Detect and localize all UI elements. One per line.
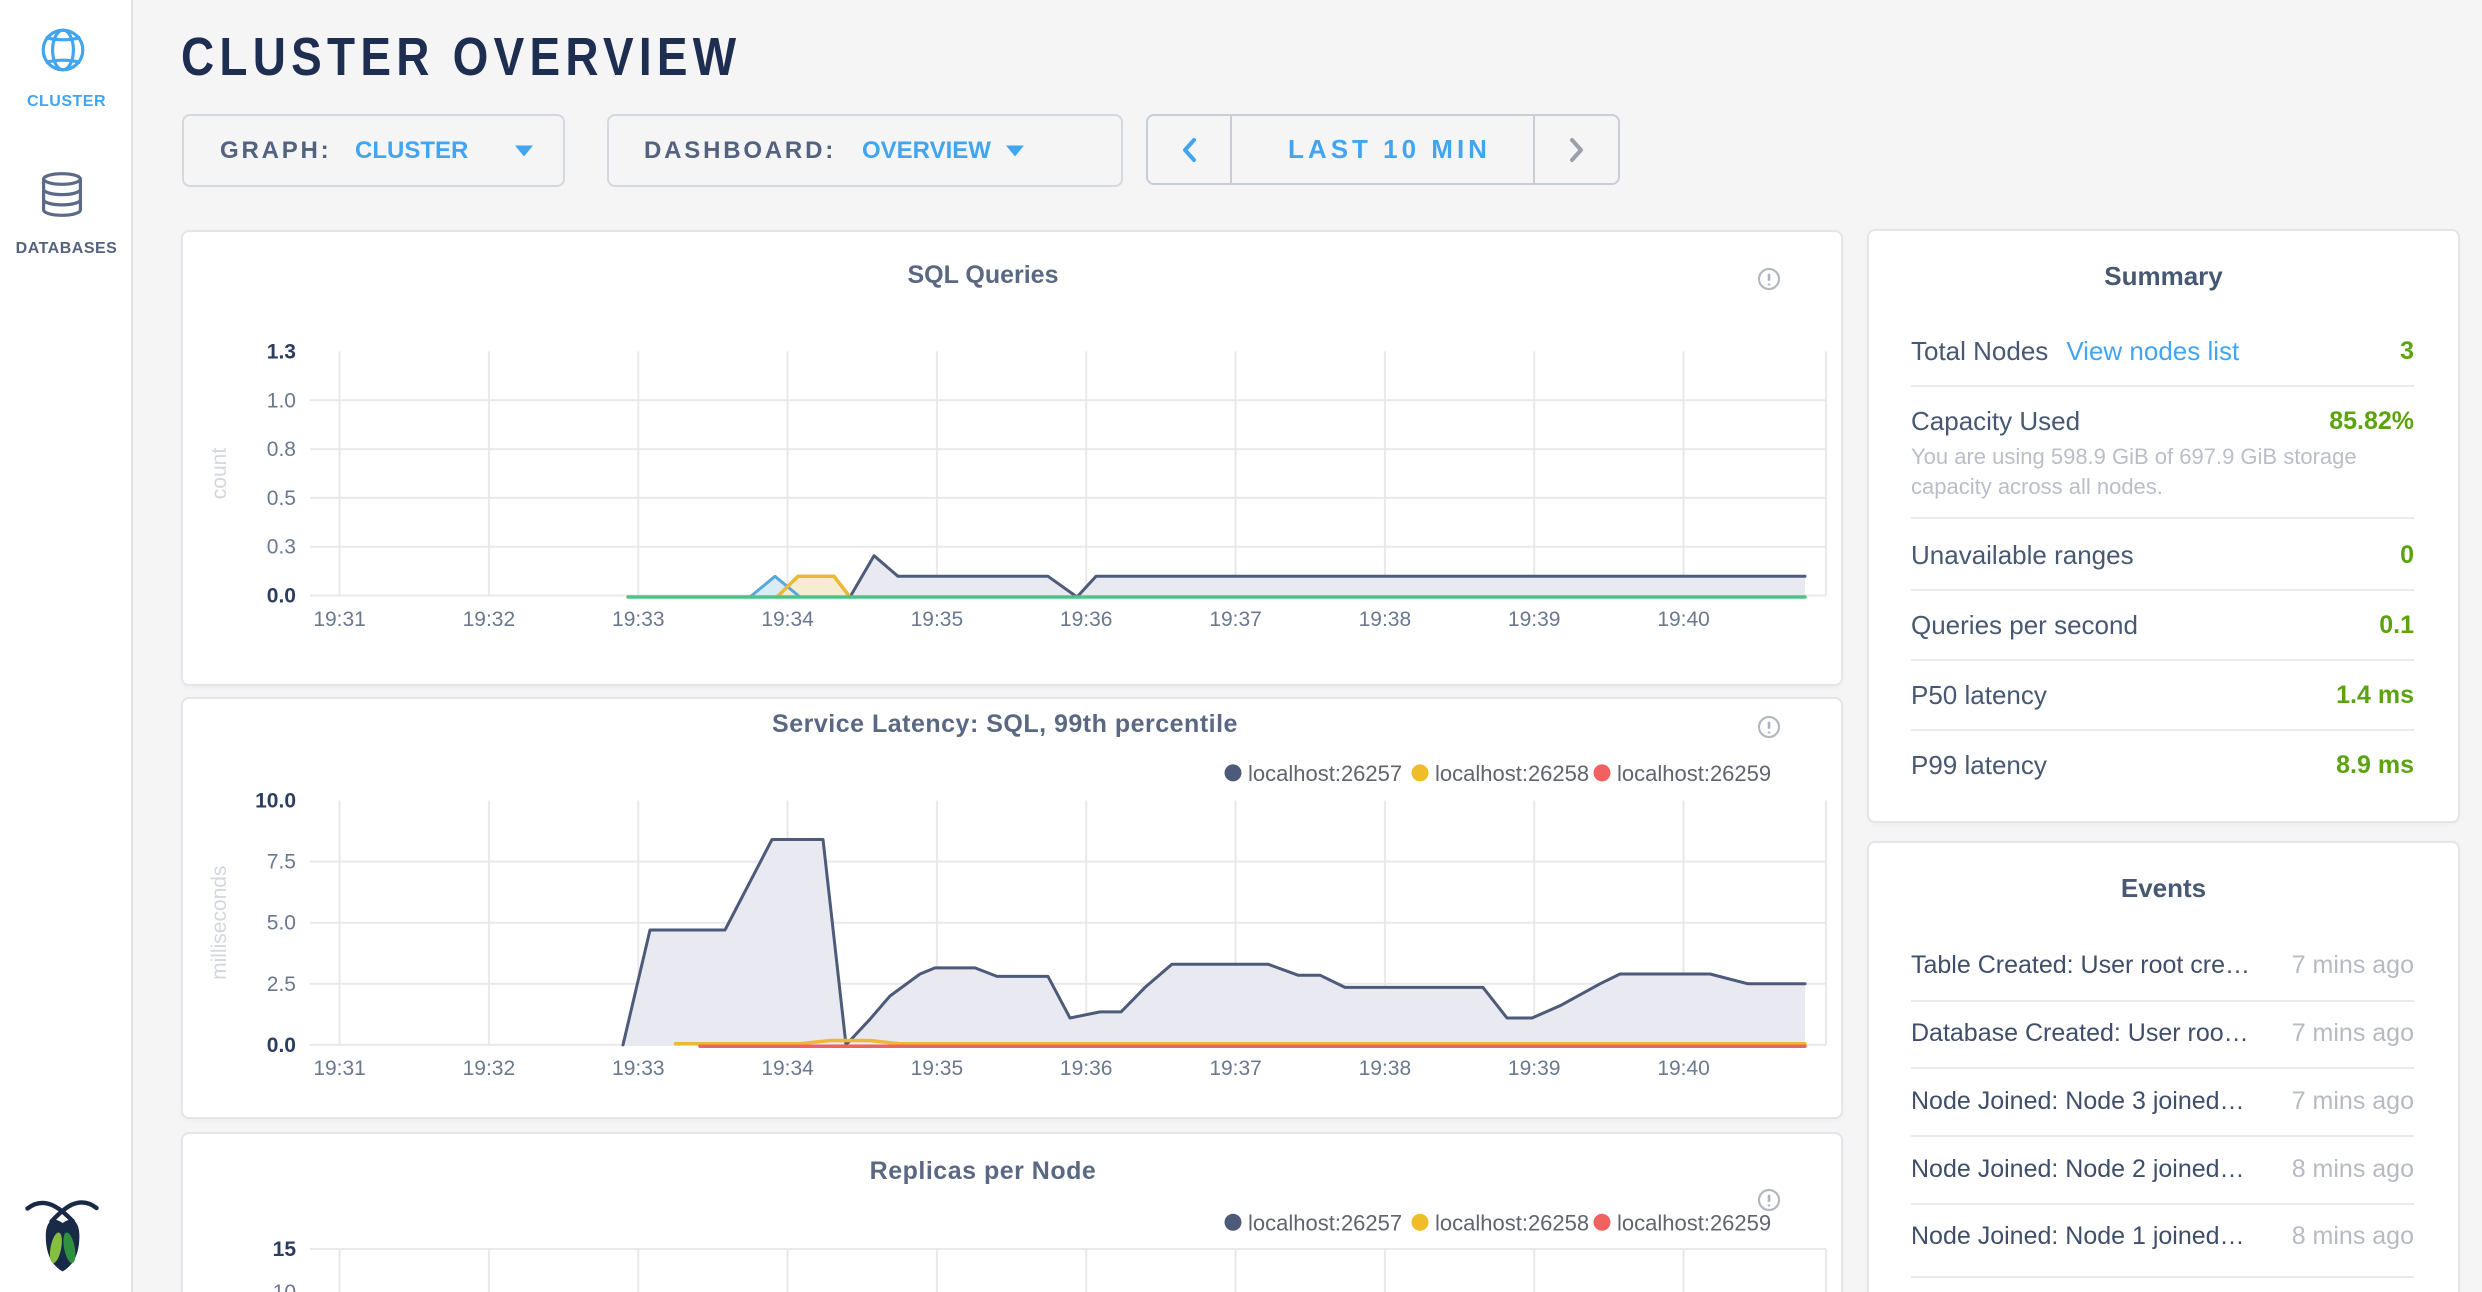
svg-text:19:38: 19:38 bbox=[1359, 1057, 1412, 1080]
svg-text:19:32: 19:32 bbox=[463, 1057, 516, 1080]
svg-text:Replicas per Node: Replicas per Node bbox=[870, 1157, 1097, 1185]
svg-text:Service Latency: SQL, 99th per: Service Latency: SQL, 99th percentile bbox=[772, 710, 1238, 738]
svg-text:19:33: 19:33 bbox=[612, 608, 665, 631]
svg-text:localhost:26259: localhost:26259 bbox=[1617, 1210, 1771, 1235]
svg-text:19:31: 19:31 bbox=[313, 1057, 366, 1080]
svg-text:19:38: 19:38 bbox=[1359, 608, 1412, 631]
svg-text:2.5: 2.5 bbox=[267, 973, 296, 996]
svg-text:19:37: 19:37 bbox=[1209, 608, 1262, 631]
svg-text:19:33: 19:33 bbox=[612, 1057, 665, 1080]
svg-text:0.0: 0.0 bbox=[267, 1034, 296, 1057]
svg-text:19:36: 19:36 bbox=[1060, 608, 1113, 631]
svg-text:0.0: 0.0 bbox=[267, 585, 296, 608]
svg-text:19:32: 19:32 bbox=[463, 608, 516, 631]
svg-text:localhost:26259: localhost:26259 bbox=[1617, 761, 1771, 786]
svg-text:1.3: 1.3 bbox=[267, 341, 296, 364]
svg-text:localhost:26257: localhost:26257 bbox=[1248, 1210, 1402, 1235]
svg-text:19:34: 19:34 bbox=[761, 608, 814, 631]
svg-text:15: 15 bbox=[273, 1238, 297, 1261]
svg-text:count: count bbox=[208, 448, 231, 500]
svg-text:0.3: 0.3 bbox=[267, 536, 296, 559]
svg-text:milliseconds: milliseconds bbox=[208, 866, 231, 980]
svg-text:19:39: 19:39 bbox=[1508, 1057, 1561, 1080]
svg-text:19:35: 19:35 bbox=[911, 1057, 964, 1080]
svg-text:19:34: 19:34 bbox=[761, 1057, 814, 1080]
svg-text:10.0: 10.0 bbox=[255, 790, 296, 813]
svg-text:10: 10 bbox=[273, 1281, 296, 1292]
svg-text:0.8: 0.8 bbox=[267, 438, 296, 461]
svg-text:19:39: 19:39 bbox=[1508, 608, 1561, 631]
svg-text:localhost:26258: localhost:26258 bbox=[1435, 761, 1589, 786]
svg-text:localhost:26258: localhost:26258 bbox=[1435, 1210, 1589, 1235]
svg-text:19:40: 19:40 bbox=[1657, 1057, 1710, 1080]
svg-text:19:35: 19:35 bbox=[911, 608, 964, 631]
svg-text:1.0: 1.0 bbox=[267, 389, 296, 412]
svg-text:7.5: 7.5 bbox=[267, 851, 296, 874]
svg-text:0.5: 0.5 bbox=[267, 487, 296, 510]
svg-text:19:37: 19:37 bbox=[1209, 1057, 1262, 1080]
svg-text:5.0: 5.0 bbox=[267, 912, 296, 935]
svg-text:localhost:26257: localhost:26257 bbox=[1248, 761, 1402, 786]
svg-text:19:40: 19:40 bbox=[1657, 608, 1710, 631]
svg-text:19:36: 19:36 bbox=[1060, 1057, 1113, 1080]
svg-text:19:31: 19:31 bbox=[313, 608, 366, 631]
svg-text:SQL Queries: SQL Queries bbox=[908, 261, 1059, 289]
